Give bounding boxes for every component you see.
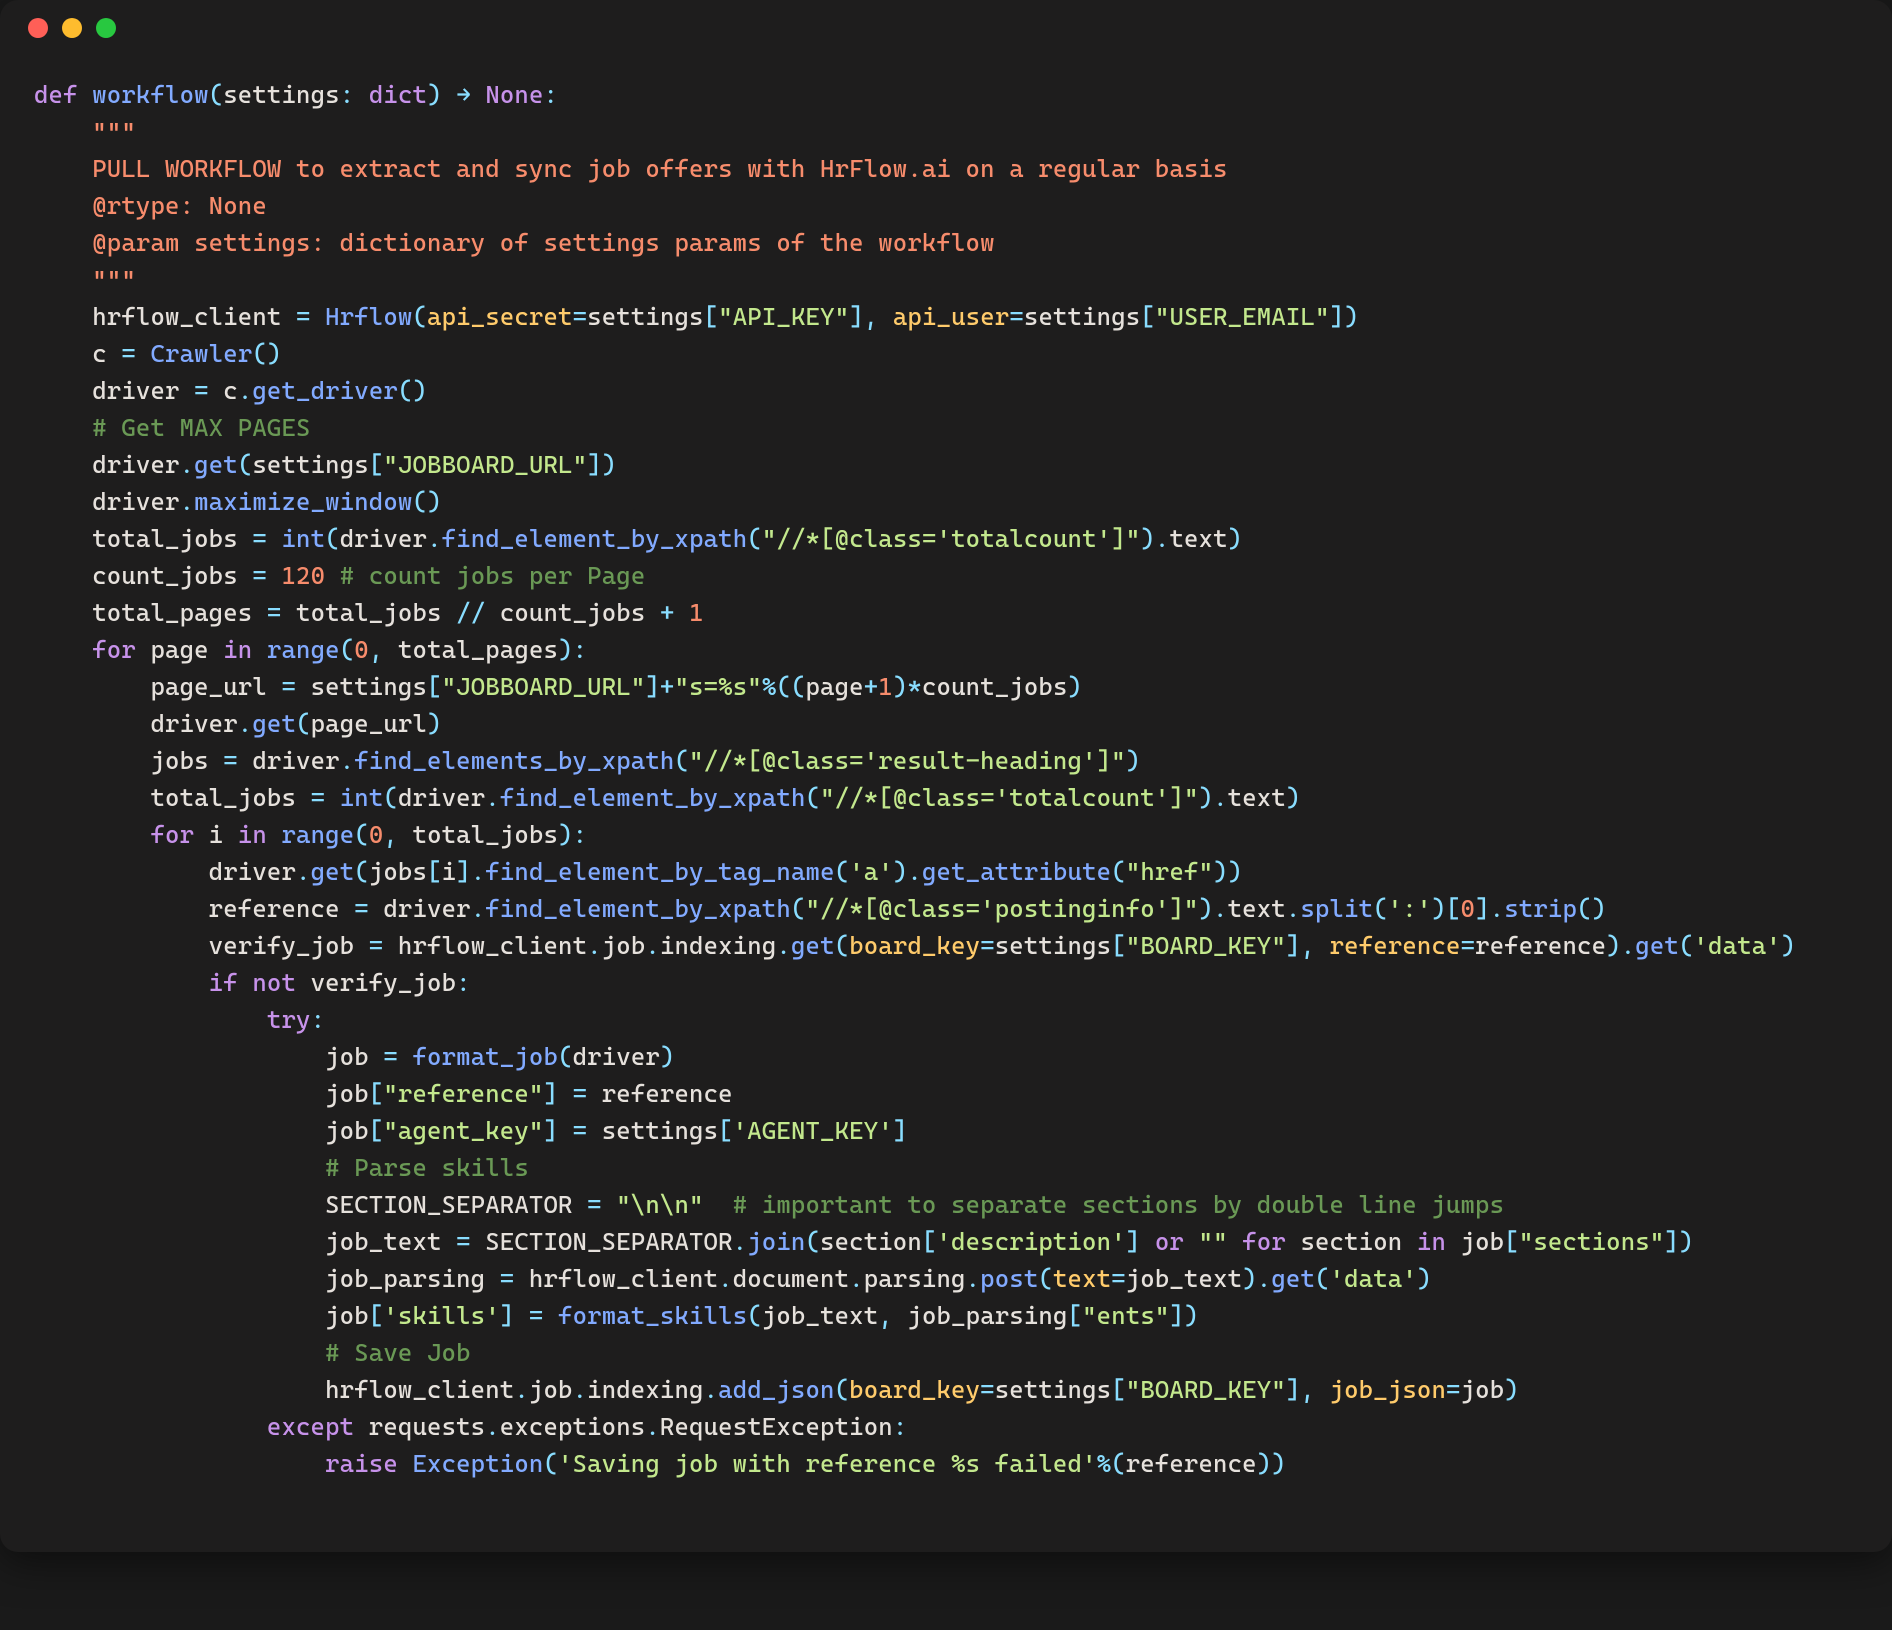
minimize-icon[interactable] <box>62 18 82 38</box>
code-line: count_jobs = 120 # count jobs per Page <box>92 561 645 590</box>
comment: # Parse skills <box>325 1153 529 1182</box>
code-line: except requests.exceptions.RequestExcept… <box>267 1412 907 1441</box>
code-line: verify_job = hrflow_client.job.indexing.… <box>209 931 1796 960</box>
code-line: page_url = settings["JOBBOARD_URL"]+"s=%… <box>150 672 1082 701</box>
code-line: driver.maximize_window() <box>92 487 441 516</box>
code-line: driver.get(page_url) <box>150 709 441 738</box>
code-line: job["reference"] = reference <box>325 1079 733 1108</box>
comment: # Get MAX PAGES <box>92 413 310 442</box>
code-line: driver = c.get_driver() <box>92 376 427 405</box>
code-line: total_jobs = int(driver.find_element_by_… <box>150 783 1300 812</box>
code-line: if not verify_job: <box>209 968 471 997</box>
docstring-line: PULL WORKFLOW to extract and sync job of… <box>92 154 1227 183</box>
param-name: settings <box>223 80 339 109</box>
code-window: def workflow(settings: dict) → None: """… <box>0 0 1892 1552</box>
code-line: driver.get(jobs[i].find_element_by_tag_n… <box>209 857 1243 886</box>
code-line: job_text = SECTION_SEPARATOR.join(sectio… <box>325 1227 1693 1256</box>
code-line: try: <box>267 1005 325 1034</box>
fn-name: workflow <box>92 80 208 109</box>
code-line: hrflow_client = Hrflow(api_secret=settin… <box>92 302 1358 331</box>
code-line: job['skills'] = format_skills(job_text, … <box>325 1301 1198 1330</box>
kw-def: def <box>34 80 78 109</box>
docstring-line: @rtype: None <box>92 191 267 220</box>
code-line: hrflow_client.job.indexing.add_json(boar… <box>325 1375 1519 1404</box>
code-block: def workflow(settings: dict) → None: """… <box>0 56 1892 1552</box>
docstring-close: """ <box>92 265 136 294</box>
code-line: raise Exception('Saving job with referen… <box>325 1449 1286 1478</box>
code-line: reference = driver.find_element_by_xpath… <box>209 894 1606 923</box>
code-line: for i in range(0, total_jobs): <box>150 820 587 849</box>
param-type: dict <box>369 80 427 109</box>
code-line: jobs = driver.find_elements_by_xpath("//… <box>150 746 1140 775</box>
return-type: None <box>485 80 543 109</box>
code-line: driver.get(settings["JOBBOARD_URL"]) <box>92 450 616 479</box>
code-line: c = Crawler() <box>92 339 281 368</box>
code-line: SECTION_SEPARATOR = "\n\n" # important t… <box>325 1190 1504 1219</box>
code-line: for page in range(0, total_pages): <box>92 635 587 664</box>
titlebar <box>0 0 1892 56</box>
docstring-open: """ <box>92 117 136 146</box>
zoom-icon[interactable] <box>96 18 116 38</box>
code-line: job["agent_key"] = settings['AGENT_KEY'] <box>325 1116 907 1145</box>
docstring-line: @param settings: dictionary of settings … <box>92 228 994 257</box>
code-line: job_parsing = hrflow_client.document.par… <box>325 1264 1431 1293</box>
comment: # Save Job <box>325 1338 471 1367</box>
code-line: total_pages = total_jobs // count_jobs +… <box>92 598 703 627</box>
code-line: total_jobs = int(driver.find_element_by_… <box>92 524 1242 553</box>
code-line: job = format_job(driver) <box>325 1042 674 1071</box>
arrow: → <box>456 80 471 109</box>
close-icon[interactable] <box>28 18 48 38</box>
